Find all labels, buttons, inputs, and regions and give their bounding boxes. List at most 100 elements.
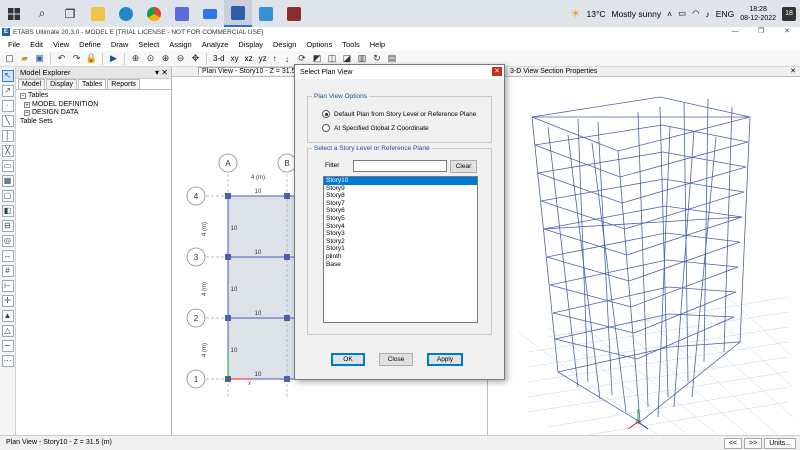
menu-display[interactable]: Display: [233, 40, 268, 49]
3d-view-tab[interactable]: 3-D View Section Properties ✕: [488, 67, 800, 77]
open-folder-icon[interactable]: ▰: [18, 52, 31, 65]
zoom-in-icon[interactable]: ⊕: [159, 52, 172, 65]
draw-column-icon[interactable]: │: [1, 130, 14, 142]
undo-icon[interactable]: ↶: [55, 52, 68, 65]
clear-selection-icon[interactable]: ∼: [1, 340, 14, 352]
pointer-tool-icon[interactable]: ↖: [1, 70, 14, 82]
menu-help[interactable]: Help: [365, 40, 390, 49]
lock-icon[interactable]: 🔒: [85, 52, 98, 65]
tray-chevron-icon[interactable]: ˄: [667, 9, 672, 19]
move-up-button[interactable]: ↑: [271, 54, 279, 63]
language-indicator[interactable]: ENG: [716, 9, 734, 19]
list-item-story6[interactable]: Story6: [324, 207, 477, 215]
minimize-button[interactable]: —: [722, 27, 748, 37]
units-button[interactable]: Units...: [764, 438, 796, 449]
notification-badge[interactable]: 18: [782, 6, 796, 21]
list-item-story7[interactable]: Story7: [324, 200, 477, 208]
wifi-icon[interactable]: ◠: [692, 8, 699, 19]
dialog-close-icon[interactable]: ✕: [492, 67, 502, 76]
taskbar-mail[interactable]: [196, 0, 224, 27]
list-item-base[interactable]: Base: [324, 261, 477, 269]
taskbar-folder[interactable]: [84, 0, 112, 27]
column[interactable]: [225, 254, 231, 260]
menu-file[interactable]: File: [3, 40, 25, 49]
column[interactable]: [284, 315, 290, 321]
draw-joint-icon[interactable]: ·: [1, 100, 14, 112]
default-plan-radio[interactable]: Default Plan from Story Level or Referen…: [322, 110, 476, 118]
column[interactable]: [225, 193, 231, 199]
draw-floor-icon[interactable]: ▦: [1, 175, 14, 187]
tree-node-model-definition[interactable]: + MODEL DEFINITION: [20, 101, 167, 110]
draw-tendon-icon[interactable]: ◎: [1, 235, 14, 247]
restore-button[interactable]: ❐: [748, 27, 774, 37]
draw-opening-icon[interactable]: ▢: [1, 190, 14, 202]
menu-edit[interactable]: Edit: [25, 40, 48, 49]
list-item-story10[interactable]: Story10: [324, 177, 477, 185]
3d-view-window[interactable]: 3-D View Section Properties ✕: [488, 67, 800, 436]
tree-node-design-data[interactable]: + DESIGN DATA: [20, 109, 167, 118]
list-item-story3[interactable]: Story3: [324, 230, 477, 238]
list-item-plinth[interactable]: plinth: [324, 253, 477, 261]
tab-display[interactable]: Display: [46, 79, 78, 89]
save-icon[interactable]: ▣: [33, 52, 46, 65]
zoom-out-icon[interactable]: ⊖: [174, 52, 187, 65]
column[interactable]: [284, 376, 290, 382]
column[interactable]: [284, 254, 290, 260]
list-item-story1[interactable]: Story1: [324, 245, 477, 253]
clear-button[interactable]: Clear: [450, 160, 477, 173]
taskbar-edge[interactable]: [112, 0, 140, 27]
run-analysis-icon[interactable]: ▶: [107, 52, 120, 65]
weather-temp[interactable]: 13°C: [586, 9, 605, 19]
tree-node-table-sets[interactable]: Table Sets: [20, 118, 167, 127]
menu-view[interactable]: View: [48, 40, 74, 49]
new-model-icon[interactable]: ▢: [3, 52, 16, 65]
draw-link-icon[interactable]: ⊟: [1, 220, 14, 232]
tree-node-tables[interactable]: − Tables: [20, 92, 167, 101]
story-list[interactable]: Story10 Story9 Story8 Story7 Story6 Stor…: [323, 176, 478, 323]
apply-button[interactable]: Apply: [427, 353, 463, 366]
tab-model[interactable]: Model: [18, 79, 46, 89]
draw-reference-point-icon[interactable]: ✛: [1, 295, 14, 307]
menu-assign[interactable]: Assign: [164, 40, 197, 49]
move-down-icon[interactable]: ↓: [281, 52, 294, 65]
list-item-story5[interactable]: Story5: [324, 215, 477, 223]
reshape-tool-icon[interactable]: ↗: [1, 85, 14, 97]
view-xz-button[interactable]: xz: [243, 54, 255, 63]
expand-icon[interactable]: +: [24, 110, 30, 116]
floor-area[interactable]: [228, 196, 294, 379]
list-item-story2[interactable]: Story2: [324, 238, 477, 246]
draw-wall-icon[interactable]: ▭: [1, 160, 14, 172]
draw-section-cut-icon[interactable]: ⊢: [1, 280, 14, 292]
column[interactable]: [284, 193, 290, 199]
zoom-rubber-band-icon[interactable]: ⊕: [129, 52, 142, 65]
collapse-icon[interactable]: −: [20, 93, 26, 99]
menu-analyze[interactable]: Analyze: [197, 40, 234, 49]
clock[interactable]: 18:28 08-12-2022: [740, 5, 776, 23]
3d-model-canvas[interactable]: [488, 77, 800, 436]
panel-close-icon[interactable]: ▾ ✕: [155, 68, 168, 77]
snap-options-icon[interactable]: ⋯: [1, 355, 14, 367]
battery-icon[interactable]: ▭: [678, 8, 686, 19]
menu-define[interactable]: Define: [74, 40, 106, 49]
draw-grid-icon[interactable]: #: [1, 265, 14, 277]
ok-button[interactable]: OK: [331, 353, 365, 366]
taskbar-store[interactable]: [168, 0, 196, 27]
taskbar-photos[interactable]: [252, 0, 280, 27]
select-previous-icon[interactable]: △: [1, 325, 14, 337]
view-close-icon[interactable]: ✕: [790, 67, 796, 77]
close-button[interactable]: Close: [379, 353, 413, 366]
tab-reports[interactable]: Reports: [107, 79, 140, 89]
expand-icon[interactable]: +: [24, 101, 30, 108]
menu-options[interactable]: Options: [301, 40, 337, 49]
global-z-radio[interactable]: At Specified Global Z Coordinate: [322, 124, 429, 132]
view-3d-button[interactable]: 3-d: [211, 54, 227, 63]
column[interactable]: [225, 315, 231, 321]
view-yz-button[interactable]: yz: [257, 54, 269, 63]
view-xy-button[interactable]: xy: [229, 54, 241, 63]
list-item-story9[interactable]: Story9: [324, 185, 477, 193]
next-view-button[interactable]: >>: [744, 438, 763, 449]
menu-draw[interactable]: Draw: [106, 40, 134, 49]
draw-beam-icon[interactable]: ╲: [1, 115, 14, 127]
filter-input[interactable]: [353, 160, 447, 172]
volume-icon[interactable]: ♪: [706, 9, 710, 19]
